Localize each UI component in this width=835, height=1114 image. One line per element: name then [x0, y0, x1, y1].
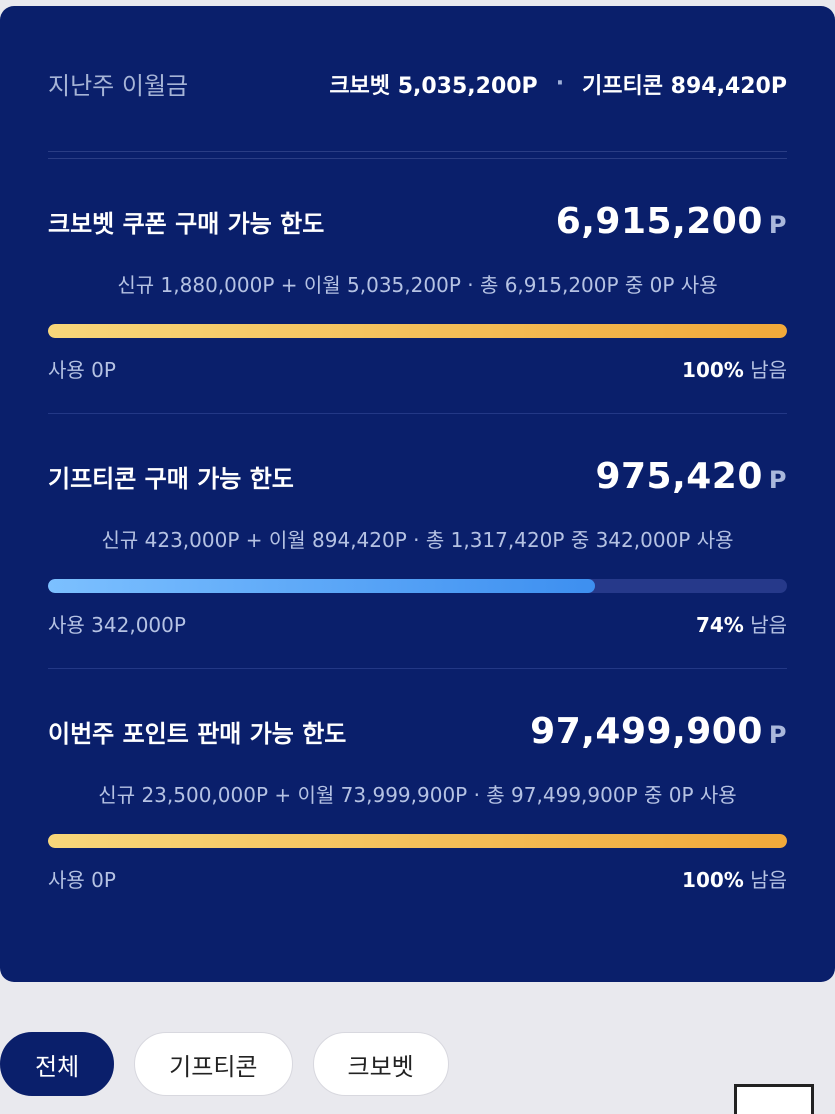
carryover-label: 지난주 이월금 [48, 72, 189, 100]
limit-description: 신규 23,500,000P + 이월 73,999,900P · 총 97,4… [98, 783, 737, 807]
limit-used: 사용 342,000P [48, 613, 186, 637]
filter-chips: 전체 기프티콘 크보벳 [0, 1032, 449, 1096]
carryover-crobet: 크보벳 5,035,200P [329, 73, 538, 99]
carryover-values: 크보벳 5,035,200P · 기프티콘 894,420P [329, 68, 787, 100]
limit-description: 신규 1,880,000P + 이월 5,035,200P · 총 6,915,… [117, 273, 718, 297]
filter-chip-crobet[interactable]: 크보벳 [312, 1032, 449, 1096]
divider [48, 151, 787, 159]
filter-chip-gifticon[interactable]: 기프티콘 [134, 1032, 293, 1096]
limit-used: 사용 0P [48, 868, 116, 892]
carryover-separator: · [555, 71, 565, 96]
limit-remaining: 100% 남음 [682, 868, 787, 892]
limit-title: 기프티콘 구매 가능 한도 [48, 464, 294, 493]
limit-amount: 97,499,900 P [530, 710, 787, 752]
limit-section-gifticon: 기프티콘 구매 가능 한도 975,420 P 신규 423,000P + 이월 … [48, 413, 787, 668]
limit-remaining: 100% 남음 [682, 358, 787, 382]
limit-progress-fill [48, 579, 595, 593]
limit-section-point-sale: 이번주 포인트 판매 가능 한도 97,499,900 P 신규 23,500,0… [48, 668, 787, 923]
limit-title: 이번주 포인트 판매 가능 한도 [48, 719, 347, 748]
floating-button-edge[interactable] [734, 1084, 814, 1114]
filter-chip-all[interactable]: 전체 [0, 1032, 115, 1096]
limit-description: 신규 423,000P + 이월 894,420P · 총 1,317,420P… [101, 528, 734, 552]
limit-used: 사용 0P [48, 358, 116, 382]
limit-remaining: 74% 남음 [695, 613, 787, 637]
limit-amount: 975,420 P [595, 455, 787, 497]
limit-title: 크보벳 쿠폰 구매 가능 한도 [48, 209, 325, 238]
limit-progress-fill [48, 324, 787, 338]
limit-progress-fill [48, 834, 787, 848]
limit-amount: 6,915,200 P [555, 200, 787, 242]
carryover-summary: 지난주 이월금 크보벳 5,035,200P · 기프티콘 894,420P [48, 6, 787, 151]
limit-progress-bar [48, 579, 787, 593]
limit-progress-bar [48, 834, 787, 848]
limit-progress-bar [48, 324, 787, 338]
carryover-gifticon: 기프티콘 894,420P [582, 73, 787, 99]
limit-section-crobet-coupon: 크보벳 쿠폰 구매 가능 한도 6,915,200 P 신규 1,880,000P… [48, 159, 787, 413]
limits-card: 지난주 이월금 크보벳 5,035,200P · 기프티콘 894,420P 크… [0, 6, 835, 982]
